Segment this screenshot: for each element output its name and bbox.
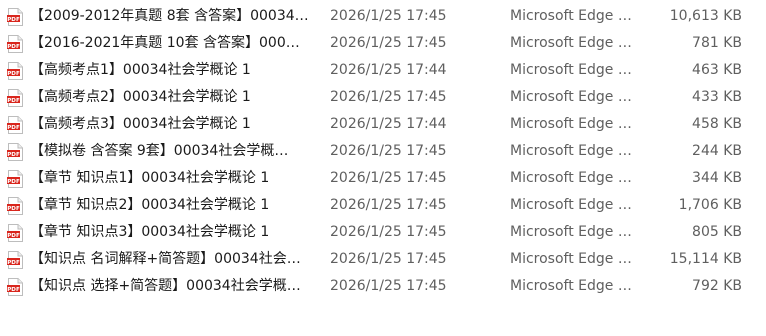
file-name: 【章节 知识点2】00034社会学概论 1 xyxy=(30,197,270,213)
pdf-file-icon: PDF xyxy=(7,89,23,107)
pdf-icon-label: PDF xyxy=(7,233,20,239)
file-name: 【章节 知识点3】00034社会学概论 1 xyxy=(30,224,270,240)
file-row[interactable]: PDF 【章节 知识点1】00034社会学概论 1 2026/1/25 17:45 M… xyxy=(0,165,766,192)
pdf-icon-label: PDF xyxy=(7,71,20,77)
date-modified: 2026/1/25 17:44 xyxy=(330,62,447,78)
pdf-icon-label: PDF xyxy=(7,98,20,104)
date-modified: 2026/1/25 17:45 xyxy=(330,35,447,51)
date-modified: 2026/1/25 17:44 xyxy=(330,116,447,132)
file-row[interactable]: PDF 【2016-2021年真题 10套 含答案】000… 2026/1/25 1… xyxy=(0,30,766,57)
pdf-icon-label: PDF xyxy=(7,206,20,212)
pdf-icon-label: PDF xyxy=(7,152,20,158)
file-list: PDF 【2009-2012年真题 8套 含答案】00034… 2026/1/25 … xyxy=(0,0,766,300)
date-modified: 2026/1/25 17:45 xyxy=(330,143,447,159)
pdf-icon-label: PDF xyxy=(7,44,20,50)
file-type: Microsoft Edge … xyxy=(510,251,632,267)
pdf-file-icon: PDF xyxy=(7,278,23,296)
date-modified: 2026/1/25 17:45 xyxy=(330,89,447,105)
file-size: 433 KB xyxy=(692,89,742,105)
pdf-file-icon: PDF xyxy=(7,251,23,269)
file-size: 792 KB xyxy=(692,278,742,294)
date-modified: 2026/1/25 17:45 xyxy=(330,278,447,294)
date-modified: 2026/1/25 17:45 xyxy=(330,224,447,240)
file-name: 【高频考点2】00034社会学概论 1 xyxy=(30,89,251,105)
file-name: 【模拟卷 含答案 9套】00034社会学概… xyxy=(30,143,289,159)
pdf-file-icon: PDF xyxy=(7,116,23,134)
file-size: 10,613 KB xyxy=(669,8,742,24)
date-modified: 2026/1/25 17:45 xyxy=(330,170,447,186)
file-row[interactable]: PDF 【高频考点3】00034社会学概论 1 2026/1/25 17:44 Mic… xyxy=(0,111,766,138)
file-type: Microsoft Edge … xyxy=(510,116,632,132)
pdf-file-icon: PDF xyxy=(7,62,23,80)
pdf-icon-label: PDF xyxy=(7,17,20,23)
file-row[interactable]: PDF 【模拟卷 含答案 9套】00034社会学概… 2026/1/25 17:45… xyxy=(0,138,766,165)
file-type: Microsoft Edge … xyxy=(510,89,632,105)
file-name: 【知识点 选择+简答题】00034社会学概… xyxy=(30,278,301,294)
file-type: Microsoft Edge … xyxy=(510,8,632,24)
file-size: 1,706 KB xyxy=(678,197,742,213)
file-name: 【知识点 名词解释+简答题】00034社会… xyxy=(30,251,301,267)
file-size: 781 KB xyxy=(692,35,742,51)
pdf-file-icon: PDF xyxy=(7,8,23,26)
file-name: 【高频考点1】00034社会学概论 1 xyxy=(30,62,251,78)
file-size: 344 KB xyxy=(692,170,742,186)
file-size: 463 KB xyxy=(692,62,742,78)
pdf-file-icon: PDF xyxy=(7,170,23,188)
pdf-file-icon: PDF xyxy=(7,35,23,53)
file-size: 458 KB xyxy=(692,116,742,132)
file-row[interactable]: PDF 【章节 知识点3】00034社会学概论 1 2026/1/25 17:45 M… xyxy=(0,219,766,246)
file-type: Microsoft Edge … xyxy=(510,197,632,213)
file-size: 244 KB xyxy=(692,143,742,159)
file-row[interactable]: PDF 【2009-2012年真题 8套 含答案】00034… 2026/1/25 … xyxy=(0,3,766,30)
pdf-file-icon: PDF xyxy=(7,143,23,161)
file-name: 【高频考点3】00034社会学概论 1 xyxy=(30,116,251,132)
file-row[interactable]: PDF 【高频考点2】00034社会学概论 1 2026/1/25 17:45 Mic… xyxy=(0,84,766,111)
file-type: Microsoft Edge … xyxy=(510,278,632,294)
file-type: Microsoft Edge … xyxy=(510,143,632,159)
file-row[interactable]: PDF 【知识点 选择+简答题】00034社会学概… 2026/1/25 17:45… xyxy=(0,273,766,300)
file-row[interactable]: PDF 【知识点 名词解释+简答题】00034社会… 2026/1/25 17:45… xyxy=(0,246,766,273)
file-name: 【章节 知识点1】00034社会学概论 1 xyxy=(30,170,270,186)
pdf-icon-label: PDF xyxy=(7,179,20,185)
file-type: Microsoft Edge … xyxy=(510,224,632,240)
file-size: 805 KB xyxy=(692,224,742,240)
file-type: Microsoft Edge … xyxy=(510,170,632,186)
file-type: Microsoft Edge … xyxy=(510,35,632,51)
file-type: Microsoft Edge … xyxy=(510,62,632,78)
date-modified: 2026/1/25 17:45 xyxy=(330,8,447,24)
pdf-icon-label: PDF xyxy=(7,287,20,293)
pdf-icon-label: PDF xyxy=(7,125,20,131)
file-name: 【2009-2012年真题 8套 含答案】00034… xyxy=(30,8,309,24)
pdf-icon-label: PDF xyxy=(7,260,20,266)
file-size: 15,114 KB xyxy=(669,251,742,267)
date-modified: 2026/1/25 17:45 xyxy=(330,251,447,267)
pdf-file-icon: PDF xyxy=(7,224,23,242)
file-row[interactable]: PDF 【高频考点1】00034社会学概论 1 2026/1/25 17:44 Mic… xyxy=(0,57,766,84)
date-modified: 2026/1/25 17:45 xyxy=(330,197,447,213)
file-row[interactable]: PDF 【章节 知识点2】00034社会学概论 1 2026/1/25 17:45 M… xyxy=(0,192,766,219)
file-name: 【2016-2021年真题 10套 含答案】000… xyxy=(30,35,300,51)
pdf-file-icon: PDF xyxy=(7,197,23,215)
